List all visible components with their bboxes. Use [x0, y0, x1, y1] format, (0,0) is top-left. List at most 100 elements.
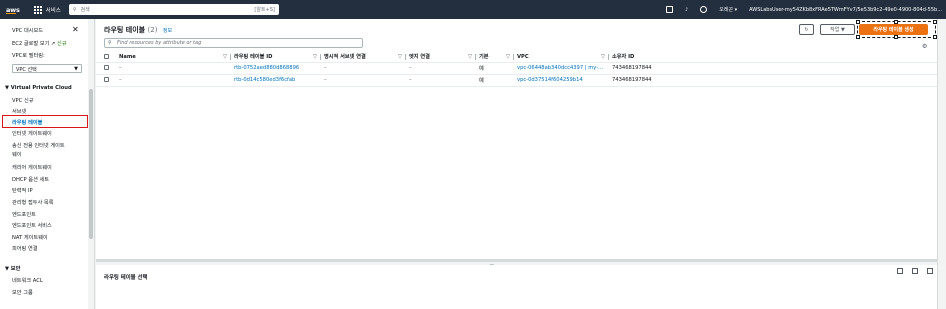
column-header-edge-association[interactable]: 엣지 연결 ▽: [406, 52, 476, 63]
cell-owner-id: 743468197844: [609, 62, 941, 75]
sidebar-item-internet-gateways[interactable]: 인터넷 게이트웨이: [12, 130, 52, 137]
table-header-row: Name ▽ 라우팅 테이블 ID ▽ 명시적 서브넷 연결 ▽ 엣지 연결 ▽ 기본 ▽…: [96, 52, 941, 63]
column-header-vpc[interactable]: VPC ▽: [514, 52, 609, 63]
route-tables-panel: 라우팅 테이블 (2) 정보 ⚲ Find resources by attri…: [96, 19, 943, 259]
sidebar-item-endpoints[interactable]: 엔드포인트: [12, 211, 36, 218]
page-title-text: 라우팅 테이블: [104, 26, 146, 34]
vpc-filter-select[interactable]: VPC 선택 ▼: [12, 64, 82, 73]
services-menu-button[interactable]: 서비스: [33, 5, 61, 14]
resource-filter-input[interactable]: ⚲ Find resources by attribute or tag: [104, 38, 363, 48]
global-search-input[interactable]: ⚲ 검색 [알트+S]: [68, 4, 279, 15]
sidebar-item-managed-prefix-lists[interactable]: 관리형 접두사 목록: [12, 199, 53, 206]
details-panel-title: 라우팅 테이블 선택: [104, 275, 148, 281]
cell-name: –: [116, 74, 231, 87]
actions-button[interactable]: 작업 ▼: [820, 24, 855, 35]
route-tables-highlight: [2, 115, 88, 128]
cell-explicit-subnet: –: [321, 62, 406, 75]
sidebar-item-egress-only-igw[interactable]: 송신 전용 인터넷 게이트: [12, 142, 65, 149]
sidebar-item-nat-gateways[interactable]: NAT 게이트웨이: [12, 234, 48, 241]
close-icon[interactable]: ✕: [72, 25, 79, 34]
details-panel: 라우팅 테이블 선택: [96, 265, 941, 309]
column-header-route-table-id[interactable]: 라우팅 테이블 ID ▽: [231, 52, 321, 63]
filter-placeholder: Find resources by attribute or tag: [117, 40, 202, 46]
cell-route-table-id[interactable]: rtb-0752aed880d868896: [231, 62, 321, 75]
cell-main: 예: [476, 74, 514, 87]
settings-gear-icon[interactable]: ⚙: [922, 43, 927, 50]
refresh-button[interactable]: ↻: [799, 24, 814, 35]
services-label: 서비스: [45, 7, 61, 14]
row-checkbox[interactable]: [104, 77, 109, 82]
top-navigation-bar: aws 서비스 ⚲ 검색 [알트+S] ♪ 오레곤 ▾ AWSLabsUser-…: [0, 0, 946, 19]
column-header-main[interactable]: 기본 ▽: [476, 52, 514, 63]
help-icon[interactable]: [700, 6, 708, 13]
sidebar-scroll-thumb[interactable]: [89, 89, 93, 239]
search-placeholder: 검색: [80, 7, 90, 13]
sidebar-item-endpoint-services[interactable]: 엔드포인트 서비스: [12, 222, 52, 229]
section-security[interactable]: ▼ 보안: [5, 265, 20, 272]
new-badge: 신규: [57, 41, 67, 47]
sidebar-item-carrier-gateways[interactable]: 캐리어 게이트웨이: [12, 164, 52, 171]
cell-name: –: [116, 62, 231, 75]
cell-vpc[interactable]: vpc-06448ab340dcc4397 | my-...: [514, 62, 609, 75]
column-header-explicit-subnet[interactable]: 명시적 서브넷 연결 ▽: [321, 52, 406, 63]
sort-icon: ▽: [468, 54, 472, 60]
sidebar-item-security-groups[interactable]: 보안 그룹: [12, 289, 33, 296]
sidebar-item-subnets[interactable]: 서브넷: [12, 108, 26, 115]
cell-owner-id: 743468197844: [609, 74, 941, 87]
cell-explicit-subnet: –: [321, 74, 406, 87]
row-checkbox[interactable]: [104, 65, 109, 70]
account-menu[interactable]: AWSLabsUser-my54ZKb8xFRAe5TWmFYv7/5e53b9…: [749, 7, 942, 13]
sidebar-item-peering[interactable]: 피어링 연결: [12, 245, 38, 252]
cell-vpc[interactable]: vpc-0d37514f604259b14: [514, 74, 609, 87]
section-vpc[interactable]: ▼ Virtual Private Cloud: [5, 85, 72, 91]
sidebar-item-elastic-ips[interactable]: 탄력적 IP: [12, 187, 33, 194]
search-icon: ⚲: [72, 6, 77, 13]
route-tables-table: Name ▽ 라우팅 테이블 ID ▽ 명시적 서브넷 연결 ▽ 엣지 연결 ▽ 기본 ▽…: [96, 52, 941, 87]
split-side-icon[interactable]: [912, 268, 918, 274]
split-bottom-icon[interactable]: [897, 268, 903, 274]
sort-icon: ▽: [398, 54, 402, 60]
chevron-down-icon: ▼: [74, 66, 78, 72]
sidebar-item-ec2-global-view[interactable]: EC2 글로벌 보기 ↗ 신규: [12, 40, 67, 47]
sidebar-item-egress-only-igw-cont[interactable]: 웨이: [12, 151, 22, 158]
sidebar-scrollbar[interactable]: [88, 19, 94, 309]
bell-icon[interactable]: ♪: [685, 7, 688, 13]
close-panel-icon[interactable]: [927, 268, 933, 274]
section-vpc-label: Virtual Private Cloud: [10, 85, 72, 91]
external-link-icon: ↗: [51, 41, 56, 47]
info-link[interactable]: 정보: [163, 28, 172, 34]
refresh-icon: ↻: [804, 26, 809, 33]
focus-highlight: [856, 20, 937, 39]
ec2-global-view-label: EC2 글로벌 보기: [12, 41, 50, 47]
right-scrollbar[interactable]: [937, 19, 946, 309]
vpc-filter-label: VPC로 필터링:: [12, 53, 45, 59]
section-security-label: 보안: [10, 266, 21, 272]
table-row[interactable]: – rtb-0d14c580ed3f6cfab – – 예 vpc-0d3751…: [96, 74, 941, 87]
page-title: 라우팅 테이블 (2) 정보: [104, 25, 172, 35]
cell-main: 예: [476, 62, 514, 75]
select-all-checkbox[interactable]: [104, 53, 109, 59]
sidebar-item-vpc-dashboard[interactable]: VPC 대시보드: [12, 27, 43, 34]
sort-icon: ▽: [223, 54, 227, 60]
region-selector[interactable]: 오레곤 ▾: [719, 6, 737, 13]
sidebar-item-network-acls[interactable]: 네트워크 ACL: [12, 277, 43, 284]
cell-edge-association: –: [406, 62, 476, 75]
sort-icon: ▽: [506, 54, 510, 60]
sidebar: VPC 대시보드 ✕ EC2 글로벌 보기 ↗ 신규 VPC로 필터링: VPC…: [0, 19, 95, 309]
search-shortcut: [알트+S]: [254, 7, 275, 13]
column-header-name[interactable]: Name ▽: [116, 52, 231, 63]
sort-icon: ▽: [601, 54, 605, 60]
grid-icon: [33, 5, 42, 14]
cell-edge-association: –: [406, 74, 476, 87]
split-panel-divider[interactable]: [96, 259, 941, 262]
cloudshell-icon[interactable]: [666, 6, 674, 13]
cell-route-table-id[interactable]: rtb-0d14c580ed3f6cfab: [231, 74, 321, 87]
search-icon: ⚲: [108, 40, 112, 46]
sidebar-item-dhcp-options[interactable]: DHCP 옵션 세트: [12, 176, 49, 183]
aws-logo[interactable]: aws: [6, 6, 20, 14]
sidebar-item-vpc[interactable]: VPC 신규: [12, 97, 34, 104]
table-row[interactable]: – rtb-0752aed880d868896 – – 예 vpc-06448a…: [96, 62, 941, 75]
main-content: 라우팅 테이블 (2) 정보 ⚲ Find resources by attri…: [96, 19, 946, 309]
column-header-owner-id[interactable]: 소유자 ID: [609, 52, 941, 63]
item-count: (2): [147, 26, 158, 34]
